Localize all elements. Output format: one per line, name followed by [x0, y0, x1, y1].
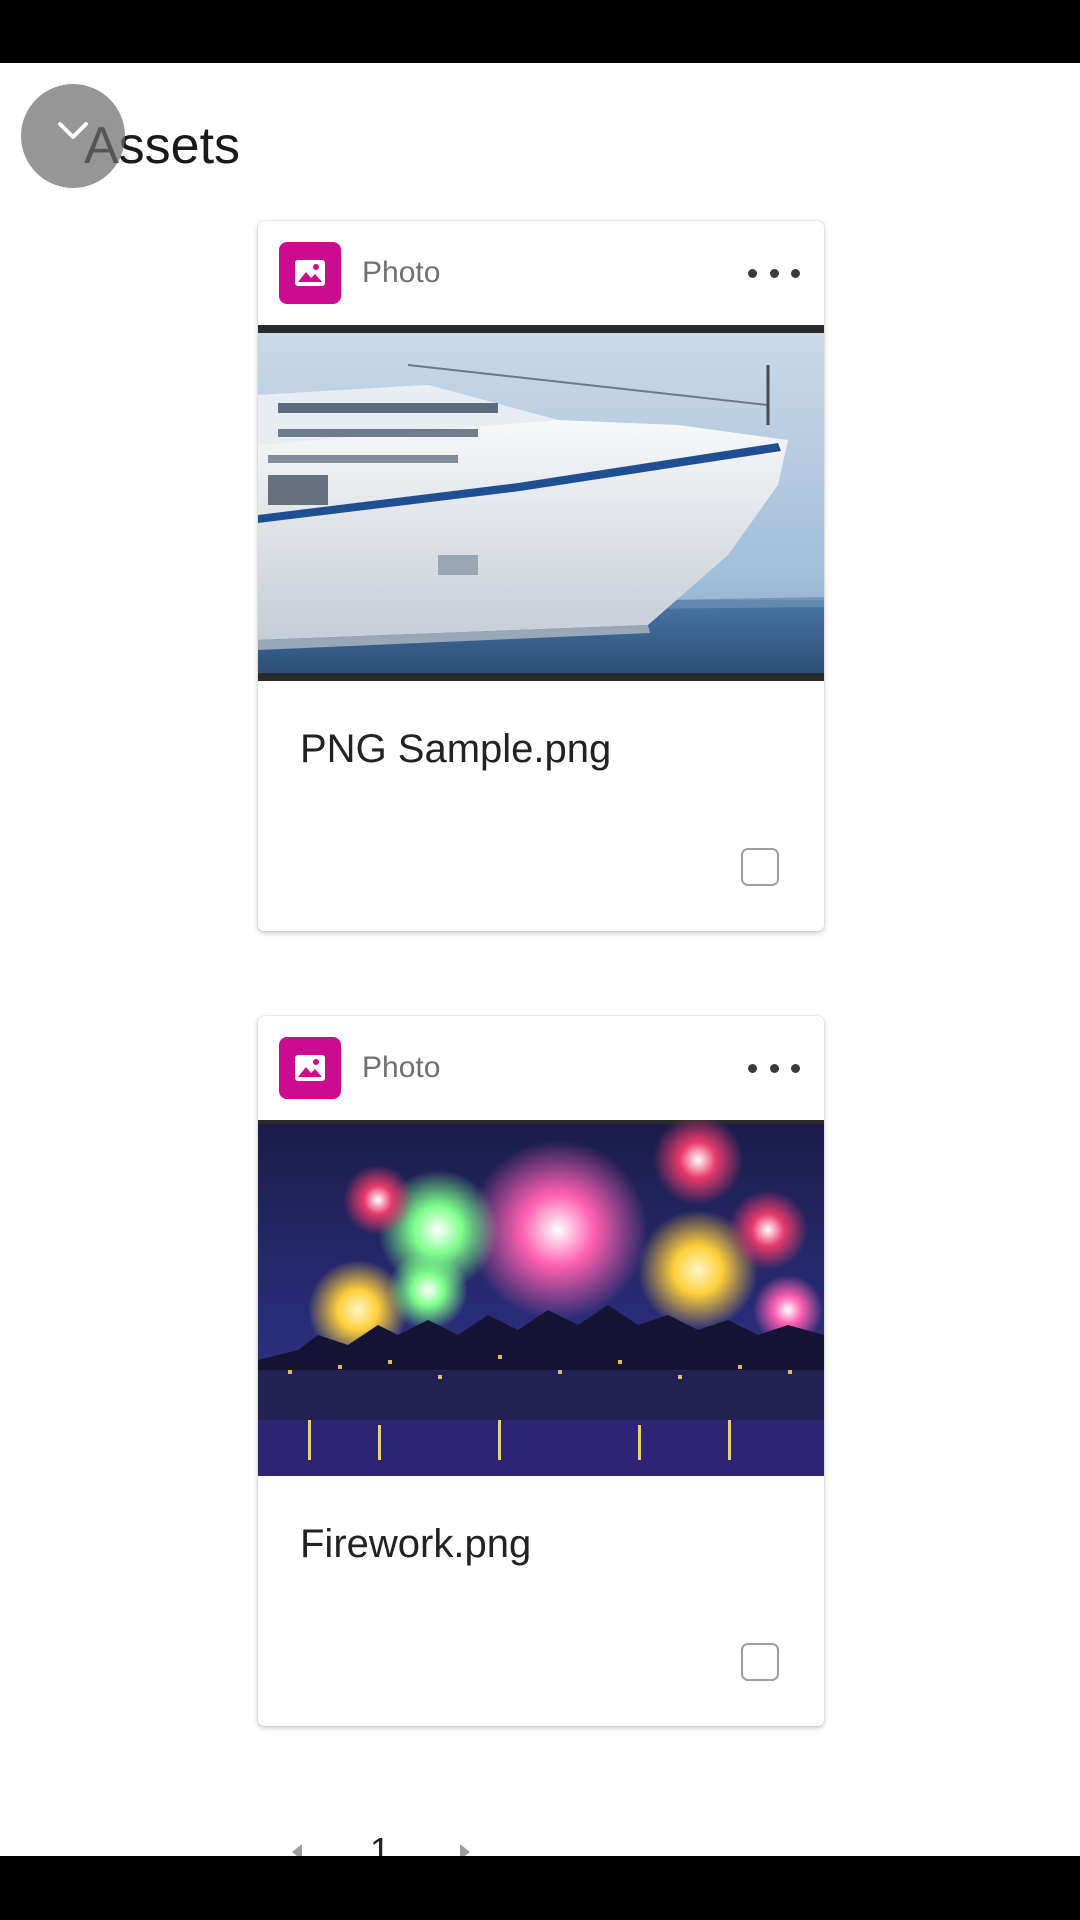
more-options-button[interactable]	[744, 251, 804, 295]
asset-type-label: Photo	[362, 256, 441, 289]
asset-card[interactable]: Photo	[258, 1016, 824, 1726]
dot-icon	[791, 1063, 800, 1073]
select-checkbox[interactable]	[741, 848, 779, 886]
asset-thumbnail[interactable]	[258, 325, 824, 681]
more-options-button[interactable]	[744, 1046, 804, 1090]
image-icon	[279, 242, 341, 304]
asset-thumbnail[interactable]	[258, 1120, 824, 1476]
card-header: Photo	[258, 221, 824, 325]
dot-icon	[748, 268, 757, 278]
dot-icon	[748, 1063, 757, 1073]
dot-icon	[769, 268, 779, 278]
card-header: Photo	[258, 1016, 824, 1120]
collapse-button[interactable]	[21, 84, 125, 188]
dot-icon	[769, 1063, 779, 1073]
asset-name[interactable]: PNG Sample.png	[300, 725, 611, 773]
image-icon	[279, 1037, 341, 1099]
select-checkbox[interactable]	[741, 1643, 779, 1681]
dot-icon	[791, 268, 800, 278]
asset-card[interactable]: Photo	[258, 221, 824, 931]
asset-type-label: Photo	[362, 1051, 441, 1084]
navigation-bar	[0, 1856, 1080, 1920]
asset-name[interactable]: Firework.png	[300, 1520, 531, 1568]
chevron-down-icon	[58, 122, 88, 139]
status-bar	[0, 0, 1080, 63]
